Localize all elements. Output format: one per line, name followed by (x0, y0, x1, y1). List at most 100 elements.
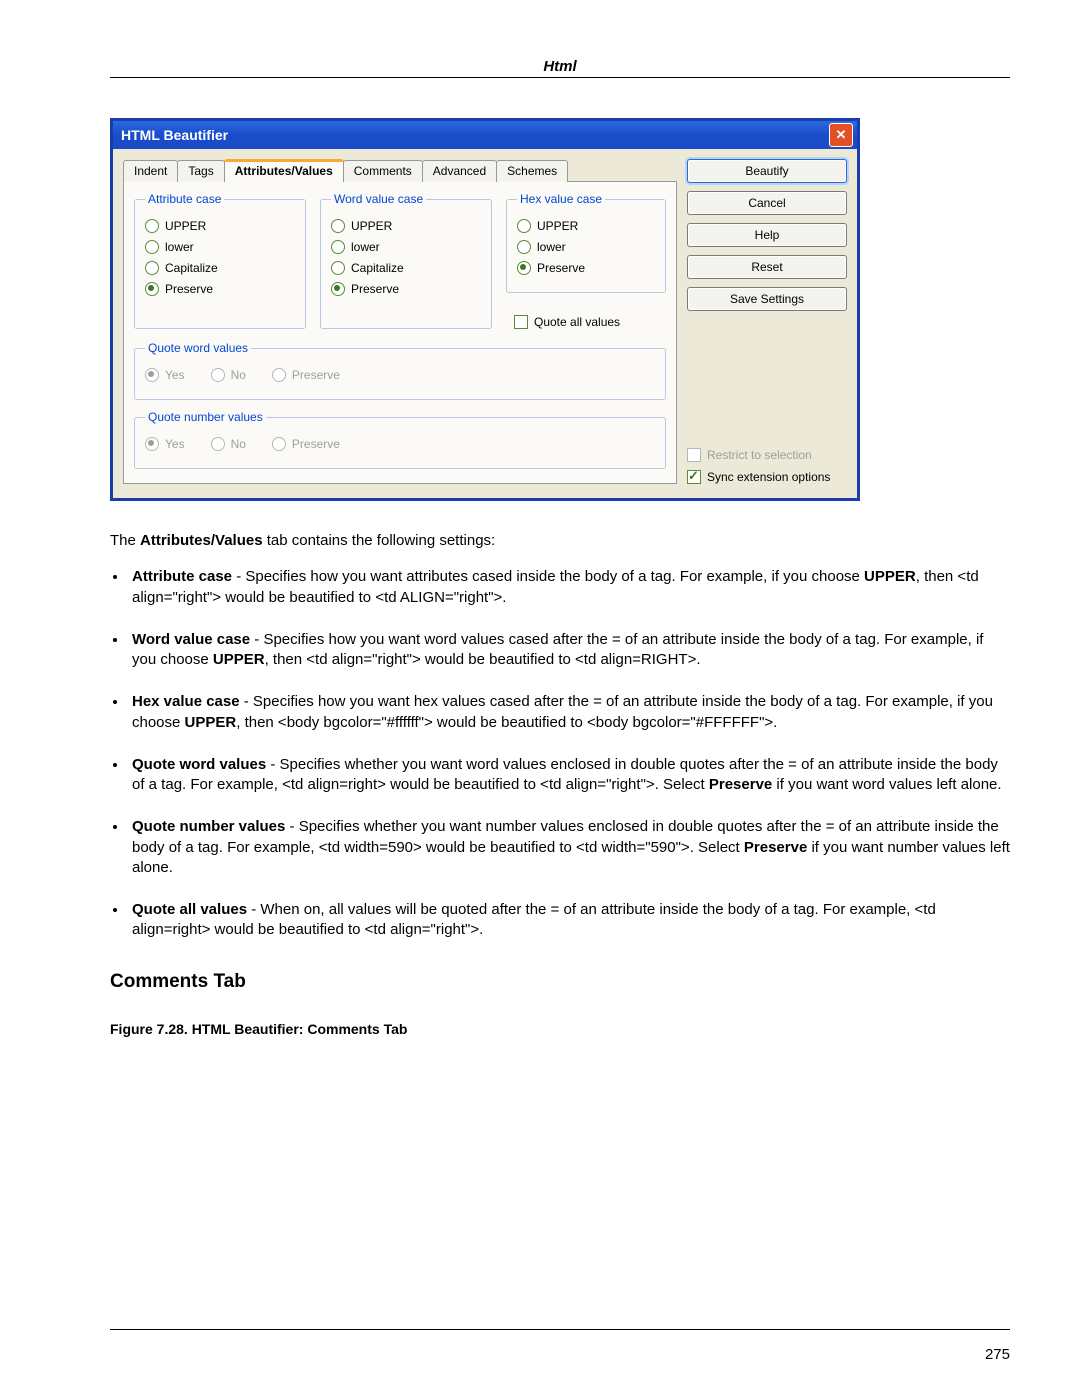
text-bold: Word value case (132, 631, 250, 648)
legend-attribute-case: Attribute case (145, 192, 224, 206)
radio-icon (145, 437, 159, 451)
text-bold: Preserve (709, 776, 772, 793)
text-bold: UPPER (185, 714, 237, 731)
legend-hex-value-case: Hex value case (517, 192, 605, 206)
list-item: Hex value case - Specifies how you want … (128, 692, 1010, 733)
save-settings-button[interactable]: Save Settings (687, 287, 847, 311)
radio-label: Capitalize (351, 261, 404, 275)
dialog-title: HTML Beautifier (121, 127, 228, 143)
list-item: Quote all values - When on, all values w… (128, 900, 1010, 941)
radio-icon[interactable] (145, 219, 159, 233)
radio-label: UPPER (351, 219, 392, 233)
tab-page: Attribute case UPPER lower Capitalize Pr… (123, 181, 677, 484)
list-item: Word value case - Specifies how you want… (128, 630, 1010, 671)
tab-tags[interactable]: Tags (177, 160, 224, 182)
text: , then <body bgcolor="#ffffff"> would be… (236, 714, 777, 731)
radio-label: Preserve (165, 282, 213, 296)
radio-label: No (231, 437, 246, 451)
checkbox-icon[interactable] (514, 315, 528, 329)
radio-label: Preserve (351, 282, 399, 296)
text-bold: UPPER (864, 568, 916, 585)
radio-label: lower (351, 240, 380, 254)
radio-label: Yes (165, 368, 185, 382)
radio-label: lower (165, 240, 194, 254)
radio-label: No (231, 368, 246, 382)
radio-icon[interactable] (331, 261, 345, 275)
section-heading: Comments Tab (110, 969, 1010, 995)
radio-label: lower (537, 240, 566, 254)
text-bold: Quote all values (132, 901, 247, 918)
text: tab contains the following settings: (263, 532, 496, 549)
footer-rule (110, 1329, 1010, 1330)
text-bold: Attributes/Values (140, 532, 263, 549)
radio-icon[interactable] (517, 261, 531, 275)
text: , then <td align="right"> would be beaut… (265, 651, 701, 668)
legend-word-value-case: Word value case (331, 192, 426, 206)
titlebar: HTML Beautifier ✕ (113, 121, 857, 149)
group-attribute-case: Attribute case UPPER lower Capitalize Pr… (134, 192, 306, 329)
checkbox-label: Quote all values (534, 315, 620, 329)
radio-icon[interactable] (145, 240, 159, 254)
radio-icon[interactable] (145, 261, 159, 275)
page-header: Html (110, 58, 1010, 75)
close-icon: ✕ (836, 127, 847, 143)
checkbox-label: Restrict to selection (707, 448, 812, 462)
quote-all-values[interactable]: Quote all values (514, 315, 666, 329)
text: if you want word values left alone. (772, 776, 1001, 793)
text-bold: Preserve (744, 839, 807, 856)
radio-icon[interactable] (331, 240, 345, 254)
bullet-list: Attribute case - Specifies how you want … (128, 567, 1010, 940)
radio-label: Preserve (537, 261, 585, 275)
text: The (110, 532, 140, 549)
beautify-button[interactable]: Beautify (687, 159, 847, 183)
list-item: Quote number values - Specifies whether … (128, 817, 1010, 878)
radio-icon (272, 368, 286, 382)
checkbox-icon (687, 448, 701, 462)
radio-label: UPPER (165, 219, 206, 233)
tabstrip: Indent Tags Attributes/Values Comments A… (123, 159, 677, 182)
group-word-value-case: Word value case UPPER lower Capitalize P… (320, 192, 492, 329)
radio-icon[interactable] (331, 282, 345, 296)
close-button[interactable]: ✕ (829, 123, 853, 147)
radio-icon[interactable] (517, 219, 531, 233)
tab-indent[interactable]: Indent (123, 160, 178, 182)
tab-schemes[interactable]: Schemes (496, 160, 568, 182)
list-item: Quote word values - Specifies whether yo… (128, 755, 1010, 796)
reset-button[interactable]: Reset (687, 255, 847, 279)
legend-quote-number-values: Quote number values (145, 410, 266, 424)
text-bold: Quote number values (132, 818, 285, 835)
document-body: The Attributes/Values tab contains the f… (110, 531, 1010, 1039)
radio-label: Preserve (292, 437, 340, 451)
radio-icon[interactable] (145, 282, 159, 296)
html-beautifier-dialog: HTML Beautifier ✕ Indent Tags Attributes… (110, 118, 860, 501)
text-bold: Hex value case (132, 693, 240, 710)
text: - When on, all values will be quoted aft… (132, 901, 936, 938)
tab-comments[interactable]: Comments (343, 160, 423, 182)
help-button[interactable]: Help (687, 223, 847, 247)
radio-label: Capitalize (165, 261, 218, 275)
group-quote-number-values: Quote number values Yes No Preserve (134, 410, 666, 469)
tab-attributes-values[interactable]: Attributes/Values (224, 159, 344, 182)
checkbox-icon[interactable] (687, 470, 701, 484)
checkbox-label: Sync extension options (707, 470, 830, 484)
radio-icon (145, 368, 159, 382)
text: - Specifies how you want attributes case… (232, 568, 864, 585)
header-rule (110, 77, 1010, 78)
sync-extension-options[interactable]: Sync extension options (687, 470, 847, 484)
text-bold: Attribute case (132, 568, 232, 585)
radio-label: UPPER (537, 219, 578, 233)
radio-label: Preserve (292, 368, 340, 382)
restrict-to-selection: Restrict to selection (687, 448, 847, 462)
radio-icon (211, 437, 225, 451)
radio-icon[interactable] (517, 240, 531, 254)
cancel-button[interactable]: Cancel (687, 191, 847, 215)
tab-advanced[interactable]: Advanced (422, 160, 497, 182)
list-item: Attribute case - Specifies how you want … (128, 567, 1010, 608)
radio-icon (211, 368, 225, 382)
intro-line: The Attributes/Values tab contains the f… (110, 531, 1010, 551)
figure-caption: Figure 7.28. HTML Beautifier: Comments T… (110, 1020, 1010, 1039)
radio-icon[interactable] (331, 219, 345, 233)
radio-label: Yes (165, 437, 185, 451)
text-bold: UPPER (213, 651, 265, 668)
group-hex-value-case: Hex value case UPPER lower Preserve (506, 192, 666, 293)
